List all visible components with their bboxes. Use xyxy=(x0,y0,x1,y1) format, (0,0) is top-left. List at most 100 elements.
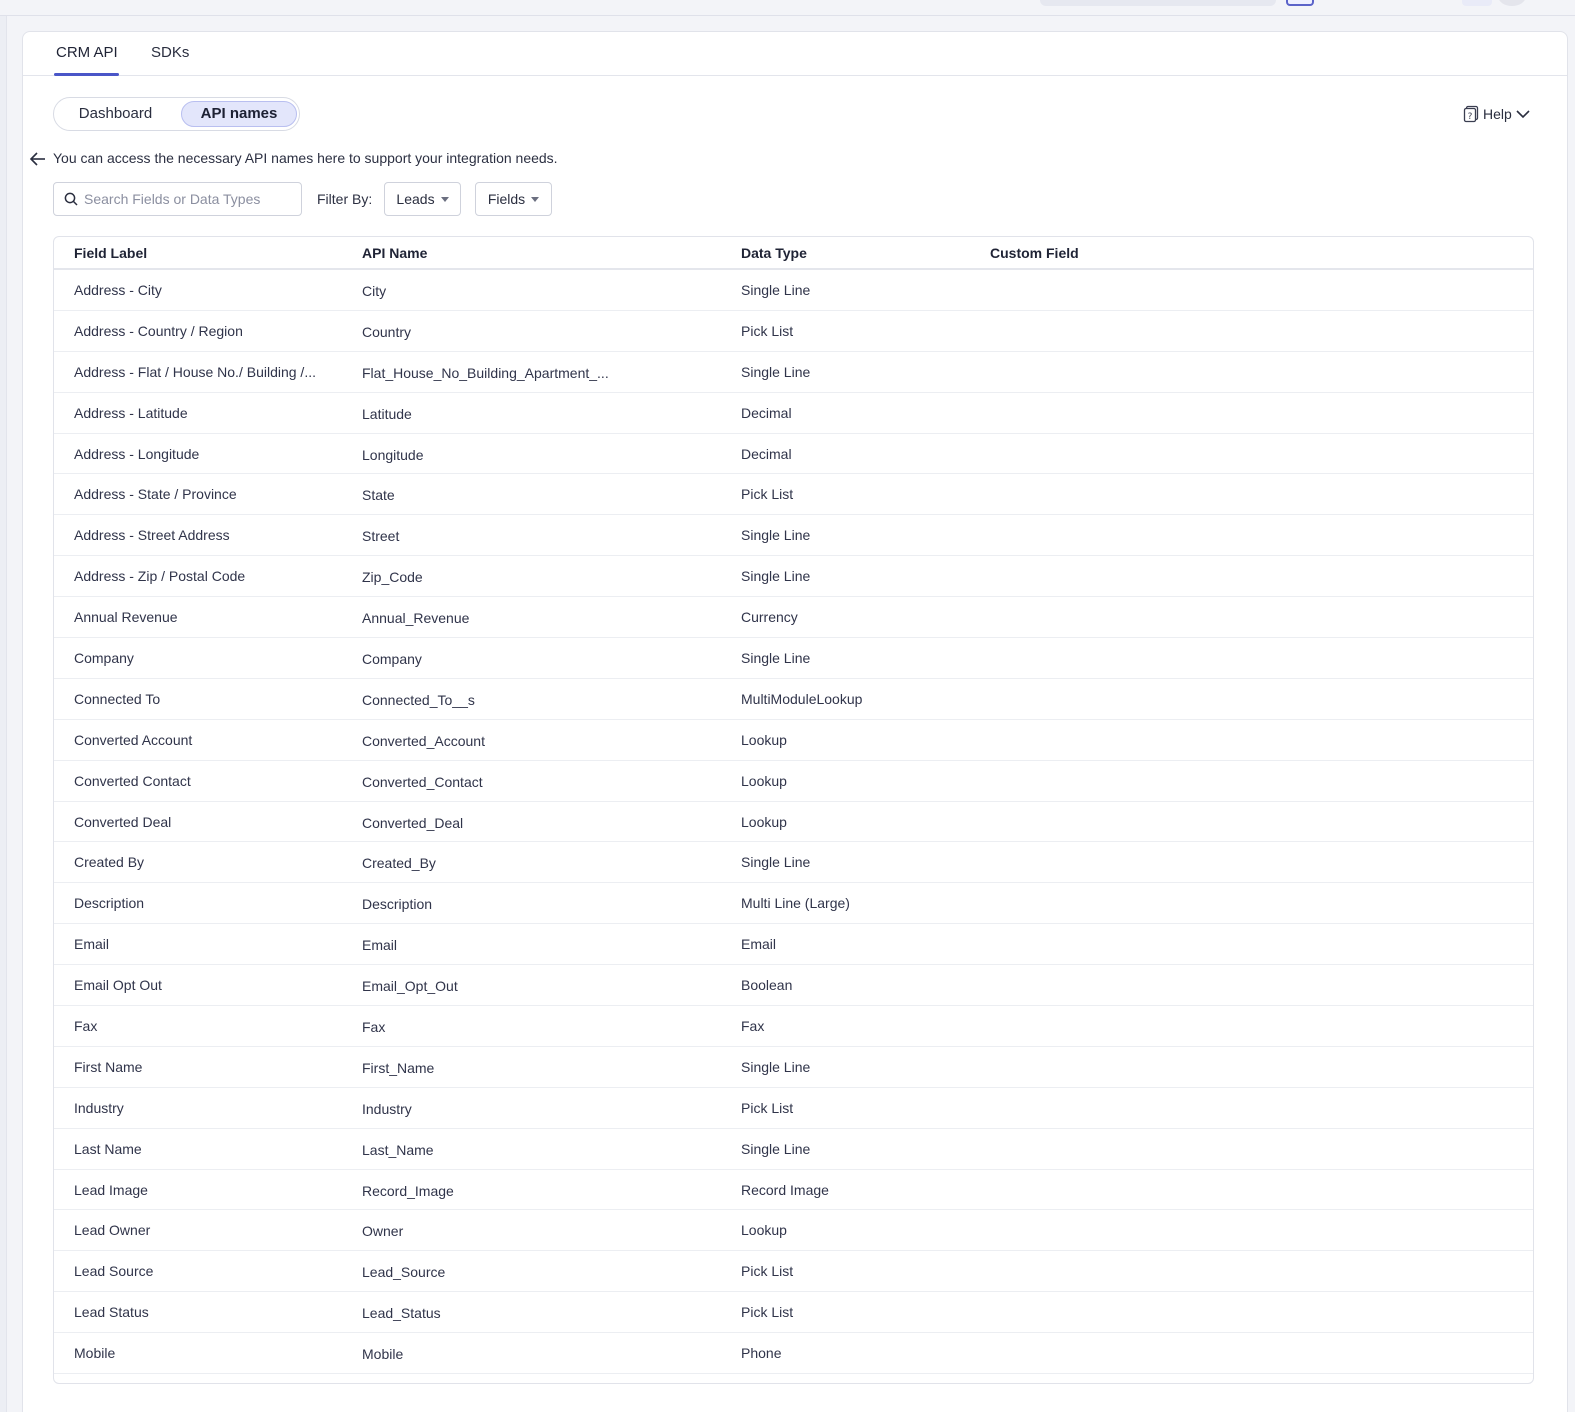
api-name-cell: Latitude xyxy=(362,405,412,422)
column-header-field-label[interactable]: Field Label xyxy=(74,245,147,261)
field-label-cell: Created By xyxy=(74,854,145,871)
filter-by-label: Filter By: xyxy=(317,191,373,207)
top-bar-square-button[interactable] xyxy=(1286,0,1314,6)
field-label-cell: Email Opt Out xyxy=(74,977,162,994)
data-type-cell: Single Line xyxy=(741,363,811,380)
table-row[interactable]: Created By Created_By Single Line xyxy=(54,842,1533,884)
field-label-cell: Lead Owner xyxy=(74,1222,151,1239)
table-row[interactable]: Address - Longitude Longitude Decimal xyxy=(54,434,1533,475)
tab-crm-api[interactable]: CRM API xyxy=(56,44,118,61)
table-row[interactable]: Address - Country / Region Country Pick Li… xyxy=(54,311,1533,352)
caret-down-icon xyxy=(531,196,540,202)
top-bar xyxy=(0,0,1575,16)
api-name-cell: Record_Image xyxy=(362,1182,454,1199)
api-name-cell: Email xyxy=(362,937,398,954)
table-row[interactable]: Annual Revenue Annual_Revenue Currency xyxy=(54,597,1533,639)
table-row[interactable]: Converted Deal Converted_Deal Lookup xyxy=(54,802,1533,843)
table-row[interactable]: First Name First_Name Single Line xyxy=(54,1047,1533,1088)
field-label-cell: Address - Country / Region xyxy=(74,322,243,339)
table-row[interactable]: Lead Status Lead_Status Pick List xyxy=(54,1292,1533,1334)
api-name-cell: Street xyxy=(362,528,400,545)
column-header-custom-field[interactable]: Custom Field xyxy=(990,245,1079,261)
module-filter-dropdown[interactable]: Leads xyxy=(384,182,461,216)
tab-sdks[interactable]: SDKs xyxy=(151,44,189,61)
data-type-cell: Record Image xyxy=(741,1181,829,1198)
api-name-cell: Zip_Code xyxy=(362,569,423,586)
data-type-cell: Decimal xyxy=(741,445,792,462)
api-names-table: Field Label API Name Data Type Custom Fi… xyxy=(53,236,1534,1384)
field-label-cell: Email xyxy=(74,936,110,953)
table-row[interactable]: Description Description Multi Line (Large) xyxy=(54,883,1533,925)
api-name-cell: First_Name xyxy=(362,1059,435,1076)
search-input[interactable] xyxy=(84,191,284,207)
field-label-cell: Description xyxy=(74,895,145,912)
dashboard-view-button[interactable]: Dashboard xyxy=(58,101,173,127)
table-row[interactable]: Address - Latitude Latitude Decimal xyxy=(54,393,1533,434)
field-label-cell: Converted Deal xyxy=(74,813,172,830)
data-type-cell: Single Line xyxy=(741,282,811,298)
chevron-down-icon xyxy=(1516,110,1530,119)
field-label-cell: Last Name xyxy=(74,1140,142,1157)
table-row[interactable]: Connected To Connected_To__s MultiModuleLo… xyxy=(54,679,1533,720)
data-type-cell: Fax xyxy=(741,1018,765,1035)
table-row[interactable]: Fax Fax Fax xyxy=(54,1006,1533,1047)
data-type-cell: Pick List xyxy=(741,1099,794,1116)
field-label-cell: Connected To xyxy=(74,690,161,707)
table-row[interactable]: Address - State / Province State Pick List xyxy=(54,474,1533,516)
global-search-bar[interactable] xyxy=(1040,0,1276,6)
intro-text: You can access the necessary API names h… xyxy=(53,150,558,166)
column-header-data-type[interactable]: Data Type xyxy=(741,245,807,261)
left-rail xyxy=(0,16,7,1412)
data-type-cell: Boolean xyxy=(741,977,793,994)
table-row[interactable]: Address - City City Single Line xyxy=(54,270,1533,311)
column-header-api-name[interactable]: API Name xyxy=(362,245,427,261)
field-label-cell: Lead Status xyxy=(74,1304,149,1321)
field-label-cell: Address - State / Province xyxy=(74,486,237,503)
api-name-cell: Lead_Source xyxy=(362,1264,446,1281)
field-label-cell: Address - Longitude xyxy=(74,445,200,462)
field-label-cell: Mobile xyxy=(74,1345,116,1362)
field-label-cell: Annual Revenue xyxy=(74,609,178,626)
api-name-cell: Description xyxy=(362,896,433,913)
active-tab-indicator xyxy=(54,73,119,76)
type-filter-value: Fields xyxy=(487,191,526,207)
field-label-cell: Lead Image xyxy=(74,1181,148,1198)
api-names-view-button[interactable]: API names xyxy=(181,101,297,127)
data-type-cell: Pick List xyxy=(741,1263,794,1280)
api-name-cell: Flat_House_No_Building_Apartment_... xyxy=(362,364,609,381)
api-name-cell: Annual_Revenue xyxy=(362,610,470,627)
search-field[interactable] xyxy=(53,182,302,216)
data-type-cell: Lookup xyxy=(741,813,787,830)
field-label-cell: Industry xyxy=(74,1099,124,1116)
api-name-cell: Country xyxy=(362,323,412,340)
avatar[interactable] xyxy=(1498,0,1526,6)
table-row[interactable]: Lead Image Record_Image Record Image xyxy=(54,1170,1533,1211)
field-label-cell: Lead Source xyxy=(74,1263,154,1280)
table-row[interactable]: Address - Street Address Street Single Lin… xyxy=(54,515,1533,557)
table-row[interactable]: Company Company Single Line xyxy=(54,638,1533,679)
help-menu[interactable]: ? Help xyxy=(1463,103,1530,125)
type-filter-dropdown[interactable]: Fields xyxy=(475,182,552,216)
data-type-cell: Currency xyxy=(741,609,798,626)
top-bar-small-button[interactable] xyxy=(1462,0,1492,6)
field-label-cell: Converted Account xyxy=(74,731,193,748)
table-row[interactable]: Last Name Last_Name Single Line xyxy=(54,1129,1533,1170)
table-row[interactable]: Lead Owner Owner Lookup xyxy=(54,1210,1533,1252)
table-row[interactable]: Mobile Mobile Phone xyxy=(54,1333,1533,1375)
table-row[interactable]: Lead Source Lead_Source Pick List xyxy=(54,1251,1533,1293)
table-row[interactable]: Converted Contact Converted_Contact Lookup xyxy=(54,761,1533,802)
api-name-cell: Owner xyxy=(362,1223,404,1240)
field-label-cell: Address - Street Address xyxy=(74,527,230,544)
api-name-cell: Company xyxy=(362,651,422,668)
table-row[interactable]: Address - Flat / House No./ Building /..… xyxy=(54,352,1533,393)
table-row[interactable]: Converted Account Converted_Account Lookup xyxy=(54,720,1533,761)
back-arrow-icon[interactable] xyxy=(29,150,47,168)
table-row[interactable]: Address - Zip / Postal Code Zip_Code Singl… xyxy=(54,556,1533,598)
data-type-cell: Single Line xyxy=(741,568,811,585)
table-row[interactable]: Email Email Email xyxy=(54,924,1533,966)
help-label: Help xyxy=(1483,106,1512,122)
api-name-cell: Converted_Deal xyxy=(362,814,464,831)
table-row[interactable]: Industry Industry Pick List xyxy=(54,1088,1533,1129)
table-row[interactable]: Email Opt Out Email_Opt_Out Boolean xyxy=(54,965,1533,1007)
api-name-cell: Email_Opt_Out xyxy=(362,978,458,995)
